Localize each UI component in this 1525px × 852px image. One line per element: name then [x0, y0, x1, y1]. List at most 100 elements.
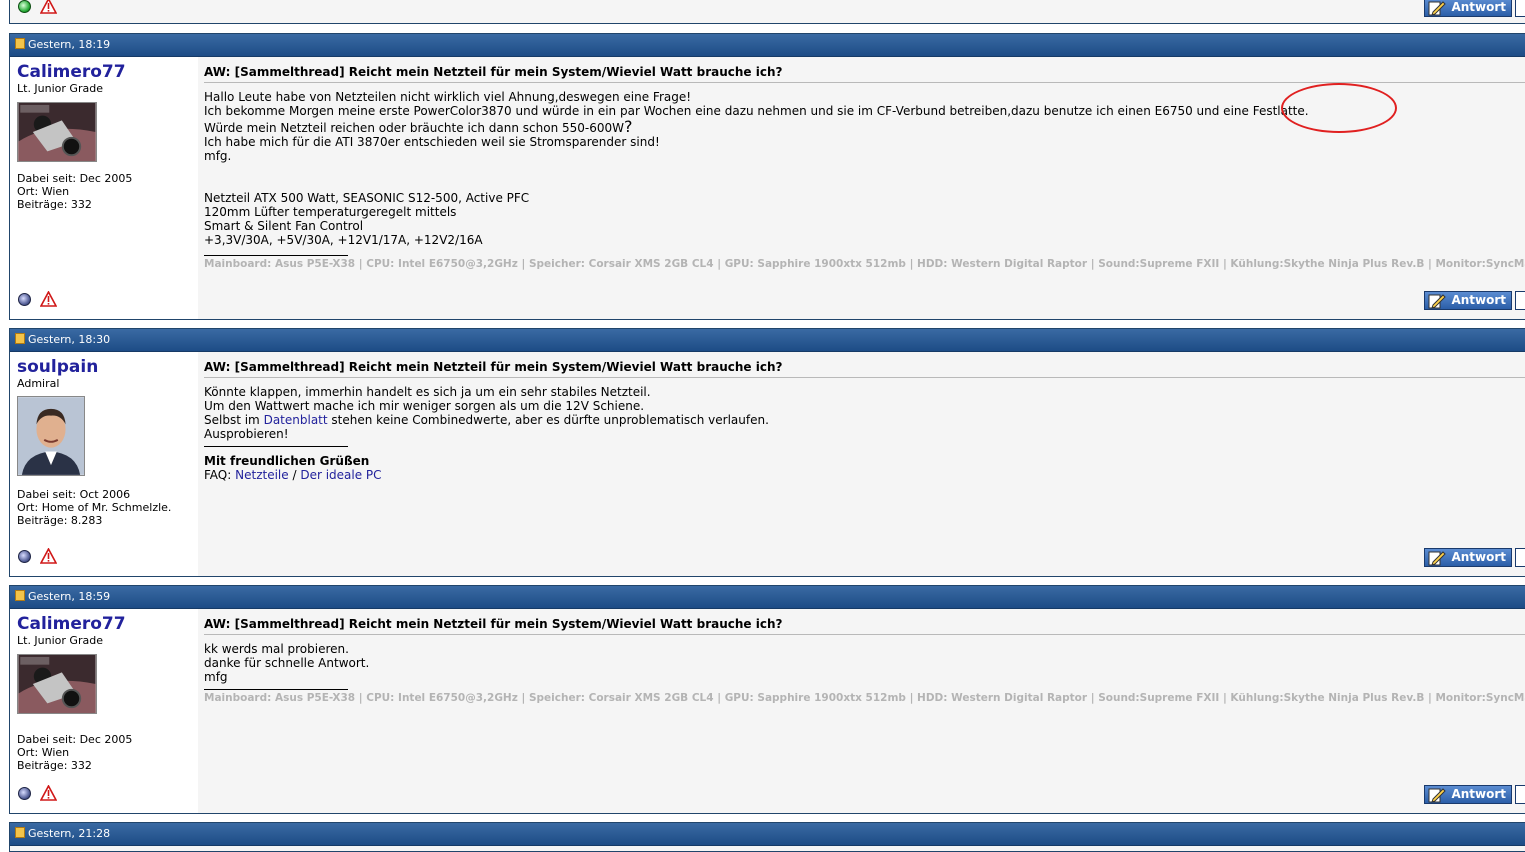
signature-greeting: Mit freundlichen Grüßen	[204, 454, 370, 468]
post-content: AW: [Sammelthread] Reicht mein Netzteil …	[198, 352, 1525, 576]
post-header: Gestern, 18:19	[10, 34, 1525, 57]
user-status-row	[18, 291, 57, 309]
message-line: Smart & Silent Fan Control	[204, 219, 364, 233]
message-line: Um den Wattwert mache ich mir weniger so…	[204, 399, 645, 413]
faq-netzteile-link[interactable]: Netzteile	[235, 468, 289, 482]
user-location: Ort: Wien	[17, 746, 70, 759]
user-status-row	[18, 785, 57, 803]
post-header: Gestern, 18:30	[10, 329, 1525, 352]
post-timestamp: Gestern, 18:19	[28, 38, 111, 51]
reply-button-label: Antwort	[1451, 550, 1506, 564]
post-actions: Antwort	[1424, 785, 1525, 805]
message-line: mfg	[204, 670, 228, 684]
message-line: Ich habe mich für die ATI 3870er entschi…	[204, 135, 660, 149]
user-joined: Dabei seit: Dec 2005	[17, 172, 133, 185]
post-title: AW: [Sammelthread] Reicht mein Netzteil …	[204, 616, 1525, 635]
user-info: Dabei seit: Oct 2006 Ort: Home of Mr. Sc…	[17, 488, 198, 527]
user-joined: Dabei seit: Oct 2006	[17, 488, 131, 501]
message-line: Netzteil ATX 500 Watt, SEASONIC S12-500,…	[204, 191, 530, 205]
signature-separator	[204, 255, 348, 256]
user-sidebar: Calimero77 Lt. Junior Grade Dabei seit: …	[10, 57, 198, 319]
message-line: stehen keine Combinedwerte, aber es dürf…	[331, 413, 769, 427]
faq-separator: /	[292, 468, 297, 482]
reply-button[interactable]: Antwort	[1424, 0, 1512, 17]
reply-button-label: Antwort	[1451, 787, 1506, 801]
post-actions: Antwort	[1424, 291, 1525, 311]
user-post-count: Beiträge: 332	[17, 759, 92, 772]
forum-post: Gestern, 18:30 soulpain Admiral Dabei se…	[9, 328, 1525, 577]
post-timestamp: Gestern, 18:30	[28, 333, 111, 346]
report-warning-icon[interactable]	[39, 548, 57, 564]
signature: Mainboard: Asus P5E-X38 | CPU: Intel E67…	[204, 258, 1525, 270]
faq-line: FAQ: Netzteile / Der ideale PC	[204, 468, 1525, 482]
message-line: Ich bekomme Morgen meine erste PowerColo…	[204, 104, 1309, 118]
username-link[interactable]: Calimero77	[17, 614, 198, 634]
message-line: Ausprobieren!	[204, 427, 289, 441]
post-actions: Antwort	[1424, 548, 1525, 568]
previous-post-status	[18, 0, 57, 16]
forum-post: Gestern, 21:28	[9, 822, 1525, 852]
message-line: mfg.	[204, 149, 232, 163]
reply-button[interactable]: Antwort	[1424, 785, 1512, 804]
username-link[interactable]: Calimero77	[17, 62, 198, 82]
reply-button-label: Antwort	[1451, 293, 1506, 307]
user-status-row	[18, 548, 57, 566]
post-content: AW: [Sammelthread] Reicht mein Netzteil …	[198, 57, 1525, 319]
edit-icon[interactable]	[1515, 548, 1525, 567]
message-line: +3,3V/30A, +5V/30A, +12V1/17A, +12V2/16A	[204, 233, 483, 247]
user-joined: Dabei seit: Dec 2005	[17, 733, 133, 746]
message-question-mark: ?	[624, 117, 633, 136]
post-timestamp: Gestern, 21:28	[28, 827, 111, 840]
user-location: Ort: Home of Mr. Schmelzle.	[17, 501, 172, 514]
post-document-icon	[15, 38, 25, 49]
faq-ideale-pc-link[interactable]: Der ideale PC	[300, 468, 381, 482]
edit-icon[interactable]	[1515, 0, 1525, 17]
message-line: 120mm Lüfter temperaturgeregelt mittels	[204, 205, 457, 219]
offline-status-icon	[18, 292, 31, 306]
signature-separator	[204, 689, 348, 690]
message-line: Selbst im	[204, 413, 260, 427]
post-message: kk werds mal probieren. danke für schnel…	[204, 642, 1525, 705]
edit-icon[interactable]	[1515, 785, 1525, 804]
user-rank: Admiral	[17, 377, 60, 390]
user-rank: Lt. Junior Grade	[17, 634, 103, 647]
post-message: Hallo Leute habe von Netzteilen nicht wi…	[204, 90, 1525, 271]
faq-label: FAQ:	[204, 468, 232, 482]
post-header: Gestern, 18:59	[10, 586, 1525, 609]
report-warning-icon[interactable]	[39, 0, 57, 14]
avatar[interactable]	[17, 654, 97, 714]
post-title: AW: [Sammelthread] Reicht mein Netzteil …	[204, 64, 1525, 83]
reply-button[interactable]: Antwort	[1424, 291, 1512, 310]
message-line: Würde mein Netzteil reichen oder bräucht…	[204, 121, 625, 135]
signature-separator	[204, 446, 348, 447]
user-sidebar: soulpain Admiral Dabei seit: Oct 2006 Or…	[10, 352, 198, 576]
forum-post: Gestern, 18:19 Calimero77 Lt. Junior Gra…	[9, 33, 1525, 320]
avatar[interactable]	[17, 102, 97, 162]
username-link[interactable]: soulpain	[17, 357, 198, 377]
datenblatt-link[interactable]: Datenblatt	[264, 413, 328, 427]
pencil-reply-icon	[1428, 788, 1446, 803]
avatar[interactable]	[17, 396, 85, 476]
message-line: kk werds mal probieren.	[204, 642, 349, 656]
post-title: AW: [Sammelthread] Reicht mein Netzteil …	[204, 359, 1525, 378]
user-rank: Lt. Junior Grade	[17, 82, 103, 95]
online-status-icon	[18, 0, 31, 13]
reply-button[interactable]: Antwort	[1424, 548, 1512, 567]
post-document-icon	[15, 827, 25, 838]
report-warning-icon[interactable]	[39, 291, 57, 307]
user-location: Ort: Wien	[17, 185, 70, 198]
pencil-reply-icon	[1428, 294, 1446, 309]
previous-post-reply-area: Antwort	[1424, 0, 1525, 18]
forum-post: Gestern, 18:59 Calimero77 Lt. Junior Gra…	[9, 585, 1525, 814]
previous-post-footer: Antwort	[9, 0, 1525, 24]
user-post-count: Beiträge: 8.283	[17, 514, 103, 527]
edit-icon[interactable]	[1515, 291, 1525, 310]
message-line: Könnte klappen, immerhin handelt es sich…	[204, 385, 651, 399]
user-info: Dabei seit: Dec 2005 Ort: Wien Beiträge:…	[17, 733, 198, 772]
post-content: AW: [Sammelthread] Reicht mein Netzteil …	[198, 609, 1525, 813]
offline-status-icon	[18, 549, 31, 563]
message-line: danke für schnelle Antwort.	[204, 656, 370, 670]
reply-button-label: Antwort	[1451, 0, 1506, 14]
report-warning-icon[interactable]	[39, 785, 57, 801]
message-line: Hallo Leute habe von Netzteilen nicht wi…	[204, 90, 692, 104]
